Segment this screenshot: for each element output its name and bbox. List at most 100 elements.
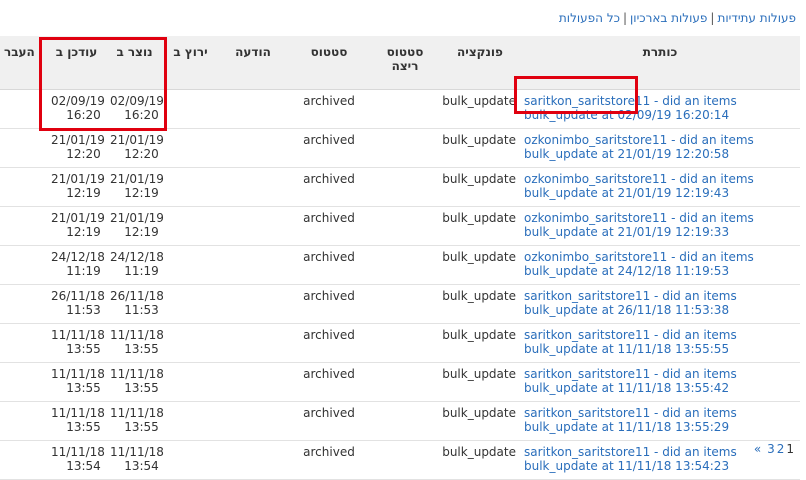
created-time: 13:54 (124, 459, 159, 473)
updated-time: 12:19 (66, 186, 101, 200)
action-title-link[interactable]: saritkon_saritstore11 - did an items bul… (524, 445, 737, 473)
run-status-cell (370, 128, 440, 168)
message-cell (218, 362, 288, 402)
updated-cell: 11/11/18 13:54 (47, 440, 106, 480)
status-cell: archived (288, 284, 370, 324)
created-cell: 21/01/19 12:19 (106, 167, 164, 207)
action-title-link[interactable]: ozkonimbo_saritstore11 - did an items bu… (524, 172, 754, 200)
status-cell: archived (288, 401, 370, 441)
action-title-link[interactable]: ozkonimbo_saritstore11 - did an items bu… (524, 211, 754, 239)
message-cell (218, 323, 288, 363)
created-cell: 11/11/18 13:55 (106, 323, 164, 363)
action-title-link[interactable]: saritkon_saritstore11 - did an items bul… (524, 289, 737, 317)
pager-page-2[interactable]: 2 (777, 442, 785, 456)
created-time: 11:19 (124, 264, 159, 278)
function-cell: bulk_update (440, 284, 520, 324)
updated-cell: 21/01/19 12:19 (47, 206, 106, 246)
column-header-created[interactable]: נוצר ב (106, 36, 163, 90)
action-title-link[interactable]: saritkon_saritstore11 - did an items bul… (524, 406, 737, 434)
run-at-cell (163, 362, 218, 402)
action-title-link[interactable]: saritkon_saritstore11 - did an items bul… (524, 367, 737, 395)
pager-prev[interactable]: « (754, 442, 761, 456)
pager-page-1[interactable]: 1 (786, 442, 794, 456)
actions-table: כותרת פונקציה סטטוס ריצה סטטוס הודעה ירו… (0, 36, 800, 480)
updated-time: 11:53 (66, 303, 101, 317)
updated-cell: 24/12/18 11:19 (47, 245, 106, 285)
status-cell: archived (288, 167, 370, 207)
passed-cell (0, 245, 47, 285)
run-status-cell (370, 401, 440, 441)
column-header-title[interactable]: כותרת (520, 36, 800, 90)
run-at-cell (163, 167, 218, 207)
function-cell: bulk_update (440, 206, 520, 246)
function-cell: bulk_update (440, 89, 520, 129)
table-row: ozkonimbo_saritstore11 - did an items bu… (0, 128, 800, 168)
title-cell: ozkonimbo_saritstore11 - did an items bu… (520, 167, 800, 207)
archived-actions-link[interactable]: פעולות בארכיון (630, 11, 707, 25)
created-time: 13:55 (124, 342, 159, 356)
table-row: saritkon_saritstore11 - did an items bul… (0, 401, 800, 441)
function-cell: bulk_update (440, 362, 520, 402)
run-status-cell (370, 167, 440, 207)
updated-time: 12:20 (66, 147, 101, 161)
action-title-link[interactable]: saritkon_saritstore11 - did an items bul… (524, 94, 737, 122)
updated-time: 13:54 (66, 459, 101, 473)
table-row: ozkonimbo_saritstore11 - did an items bu… (0, 206, 800, 246)
column-header-function[interactable]: פונקציה (440, 36, 520, 90)
title-cell: saritkon_saritstore11 - did an items bul… (520, 284, 800, 324)
pager-page-3[interactable]: 3 (767, 442, 775, 456)
message-cell (218, 89, 288, 129)
title-cell: saritkon_saritstore11 - did an items bul… (520, 89, 800, 129)
future-actions-link[interactable]: פעולות עתידיות (717, 11, 796, 25)
run-status-cell (370, 284, 440, 324)
created-cell: 11/11/18 13:55 (106, 362, 164, 402)
nav-separator: | (710, 11, 715, 25)
table-header-row: כותרת פונקציה סטטוס ריצה סטטוס הודעה ירו… (0, 36, 800, 90)
action-title-link[interactable]: ozkonimbo_saritstore11 - did an items bu… (524, 250, 754, 278)
updated-date: 02/09/19 (51, 94, 105, 108)
run-status-cell (370, 323, 440, 363)
created-cell: 11/11/18 13:55 (106, 401, 164, 441)
run-status-cell (370, 440, 440, 480)
message-cell (218, 401, 288, 441)
updated-date: 11/11/18 (51, 445, 105, 459)
message-cell (218, 167, 288, 207)
action-title-link[interactable]: ozkonimbo_saritstore11 - did an items bu… (524, 133, 754, 161)
run-status-label: סטטוס ריצה (386, 45, 424, 73)
passed-cell (0, 323, 47, 363)
run-status-cell (370, 89, 440, 129)
message-cell (218, 284, 288, 324)
created-date: 24/12/18 (110, 250, 164, 264)
all-actions-link[interactable]: כל הפעולות (559, 11, 620, 25)
created-date: 02/09/19 (110, 94, 164, 108)
column-header-updated[interactable]: עודכן ב (47, 36, 106, 90)
created-cell: 02/09/19 16:20 (106, 89, 164, 129)
column-header-run-at[interactable]: ירוץ ב (163, 36, 218, 90)
updated-cell: 21/01/19 12:20 (47, 128, 106, 168)
function-cell: bulk_update (440, 128, 520, 168)
title-cell: saritkon_saritstore11 - did an items bul… (520, 362, 800, 402)
column-header-message[interactable]: הודעה (218, 36, 288, 90)
updated-time: 12:19 (66, 225, 101, 239)
updated-date: 11/11/18 (51, 328, 105, 342)
updated-cell: 26/11/18 11:53 (47, 284, 106, 324)
message-cell (218, 206, 288, 246)
created-date: 21/01/19 (110, 133, 164, 147)
title-cell: ozkonimbo_saritstore11 - did an items bu… (520, 206, 800, 246)
updated-cell: 02/09/19 16:20 (47, 89, 106, 129)
function-cell: bulk_update (440, 167, 520, 207)
function-cell: bulk_update (440, 245, 520, 285)
column-header-status[interactable]: סטטוס (288, 36, 370, 90)
message-cell (218, 440, 288, 480)
created-time: 16:20 (124, 108, 159, 122)
column-header-passed[interactable]: העבר (0, 36, 47, 90)
run-at-cell (163, 245, 218, 285)
updated-time: 13:55 (66, 381, 101, 395)
created-cell: 24/12/18 11:19 (106, 245, 164, 285)
action-title-link[interactable]: saritkon_saritstore11 - did an items bul… (524, 328, 737, 356)
updated-date: 21/01/19 (51, 172, 105, 186)
column-header-run-status[interactable]: סטטוס ריצה (370, 36, 440, 90)
table-row: saritkon_saritstore11 - did an items bul… (0, 362, 800, 402)
table-row: saritkon_saritstore11 - did an items bul… (0, 323, 800, 363)
status-cell: archived (288, 128, 370, 168)
